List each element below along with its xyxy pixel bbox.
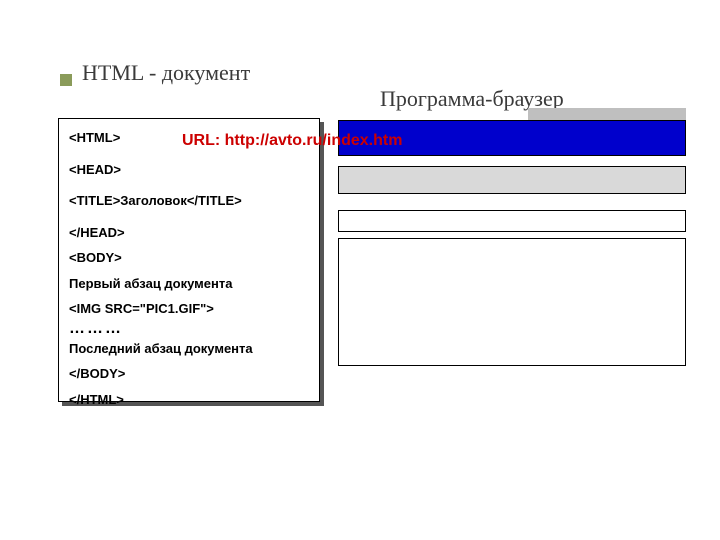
code-line: </HTML> bbox=[69, 391, 309, 409]
code-panel: <HTML> <HEAD> <TITLE>Заголовок</TITLE> <… bbox=[58, 118, 320, 402]
code-line: <HEAD> bbox=[69, 161, 309, 179]
code-line: Первый абзац документа bbox=[69, 275, 309, 293]
code-line: </HEAD> bbox=[69, 224, 309, 242]
browser-addressbar bbox=[338, 210, 686, 232]
bullet-square bbox=[60, 74, 72, 86]
code-line: </BODY> bbox=[69, 365, 309, 383]
code-line: <BODY> bbox=[69, 249, 309, 267]
url-label: URL: http://avto.ru/index.htm bbox=[182, 132, 402, 150]
code-line: <TITLE>Заголовок</TITLE> bbox=[69, 192, 309, 210]
code-line: <IMG SRC="PIC1.GIF"> bbox=[69, 300, 309, 318]
code-ellipsis: ……… bbox=[69, 320, 309, 338]
heading-html-document: HTML - документ bbox=[82, 60, 250, 86]
code-line: Последний абзац документа bbox=[69, 340, 309, 358]
browser-content-area bbox=[338, 238, 686, 366]
browser-menubar bbox=[338, 166, 686, 194]
